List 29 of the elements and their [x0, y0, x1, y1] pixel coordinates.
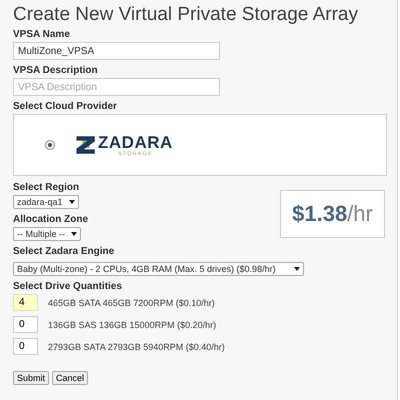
z-logo-icon	[75, 135, 97, 155]
price-text: $1.38/hr	[292, 201, 373, 227]
submit-button[interactable]: Submit	[13, 371, 50, 385]
field-label: Allocation Zone	[13, 214, 88, 225]
caret-icon	[68, 200, 75, 204]
caret-icon	[294, 267, 300, 271]
description-input[interactable]: VPSA Description	[13, 78, 220, 96]
quantity-input[interactable]: 0	[13, 338, 38, 355]
zone-select[interactable]: -- Multiple --	[13, 227, 82, 241]
field-label: Select Cloud Provider	[13, 101, 118, 112]
region-select[interactable]: zadara-qa1	[13, 195, 79, 209]
drive-description: 465GB SATA 465GB 7200RPM ($0.10/hr)	[48, 298, 215, 308]
field-label: Select Zadara Engine	[13, 246, 114, 257]
page-title: Create New Virtual Private Storage Array	[13, 4, 359, 26]
quantity-input[interactable]: 0	[13, 316, 38, 333]
logo-name: ZADARA	[98, 134, 173, 150]
quantity-input[interactable]: 4	[13, 294, 38, 311]
drive-description: 2793GB SATA 2793GB 5940RPM ($0.40/hr)	[48, 342, 225, 352]
radio-button[interactable]	[45, 140, 55, 150]
engine-select[interactable]: Baby (Multi-zone) - 2 CPUs, 4GB RAM (Max. 5 drives) ($0.98/hr)	[13, 262, 304, 276]
field-label: VPSA Description	[13, 65, 99, 76]
field-label: Select Drive Quantities	[13, 281, 123, 292]
field-label: Select Region	[13, 182, 80, 193]
name-input[interactable]: MultiZone_VPSA	[13, 42, 220, 60]
caret-icon	[71, 232, 78, 236]
field-label: VPSA Name	[13, 29, 71, 40]
cancel-button[interactable]: Cancel	[52, 371, 88, 385]
engine-value: Baby (Multi-zone) - 2 CPUs, 4GB RAM (Max. 5 drives) ($0.98/hr)	[17, 264, 276, 274]
drive-description: 136GB SAS 136GB 15000RPM ($0.20/hr)	[48, 320, 216, 330]
